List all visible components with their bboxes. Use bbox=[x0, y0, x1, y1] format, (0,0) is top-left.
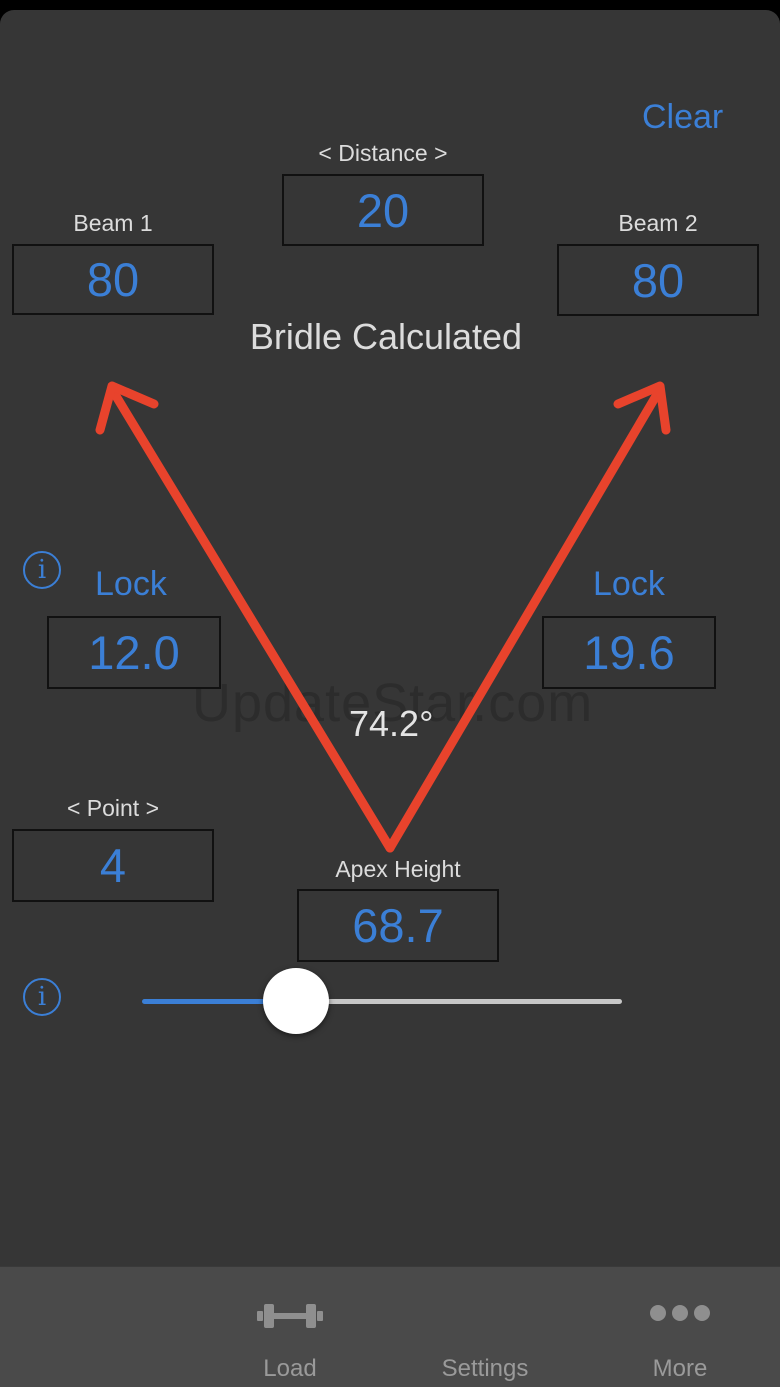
lock-left-button[interactable]: Lock bbox=[95, 565, 167, 604]
tab-load-label: Load bbox=[263, 1355, 317, 1382]
slider-info-icon[interactable]: i bbox=[23, 978, 61, 1016]
tab-more-label: More bbox=[652, 1355, 708, 1382]
slider-thumb[interactable] bbox=[262, 968, 329, 1034]
lock-right-field[interactable]: 19.6 bbox=[542, 616, 716, 689]
bridle-angle: 74.2° bbox=[349, 703, 434, 744]
point-field[interactable]: 4 bbox=[12, 829, 214, 902]
tab-load[interactable]: Load bbox=[220, 1267, 360, 1387]
lock-left-field[interactable]: 12.0 bbox=[47, 616, 221, 689]
slider-track-remaining bbox=[295, 999, 622, 1004]
dumbbell-icon bbox=[257, 1304, 323, 1328]
tab-more[interactable]: More bbox=[610, 1267, 750, 1387]
app-screen: Clear < Distance > 20 Beam 1 80 Beam 2 8… bbox=[0, 10, 780, 1387]
tab-settings-label: Settings bbox=[441, 1355, 529, 1382]
more-dots-icon bbox=[650, 1305, 710, 1321]
apex-height-label: Apex Height bbox=[335, 856, 461, 882]
point-label: < Point > bbox=[66, 795, 160, 821]
lock-right-button[interactable]: Lock bbox=[593, 565, 665, 604]
tab-bar: Load Settings More bbox=[0, 1266, 780, 1387]
apex-height-field[interactable]: 68.7 bbox=[297, 889, 499, 962]
lock-info-icon[interactable]: i bbox=[23, 551, 61, 589]
tab-settings[interactable]: Settings bbox=[415, 1267, 555, 1387]
